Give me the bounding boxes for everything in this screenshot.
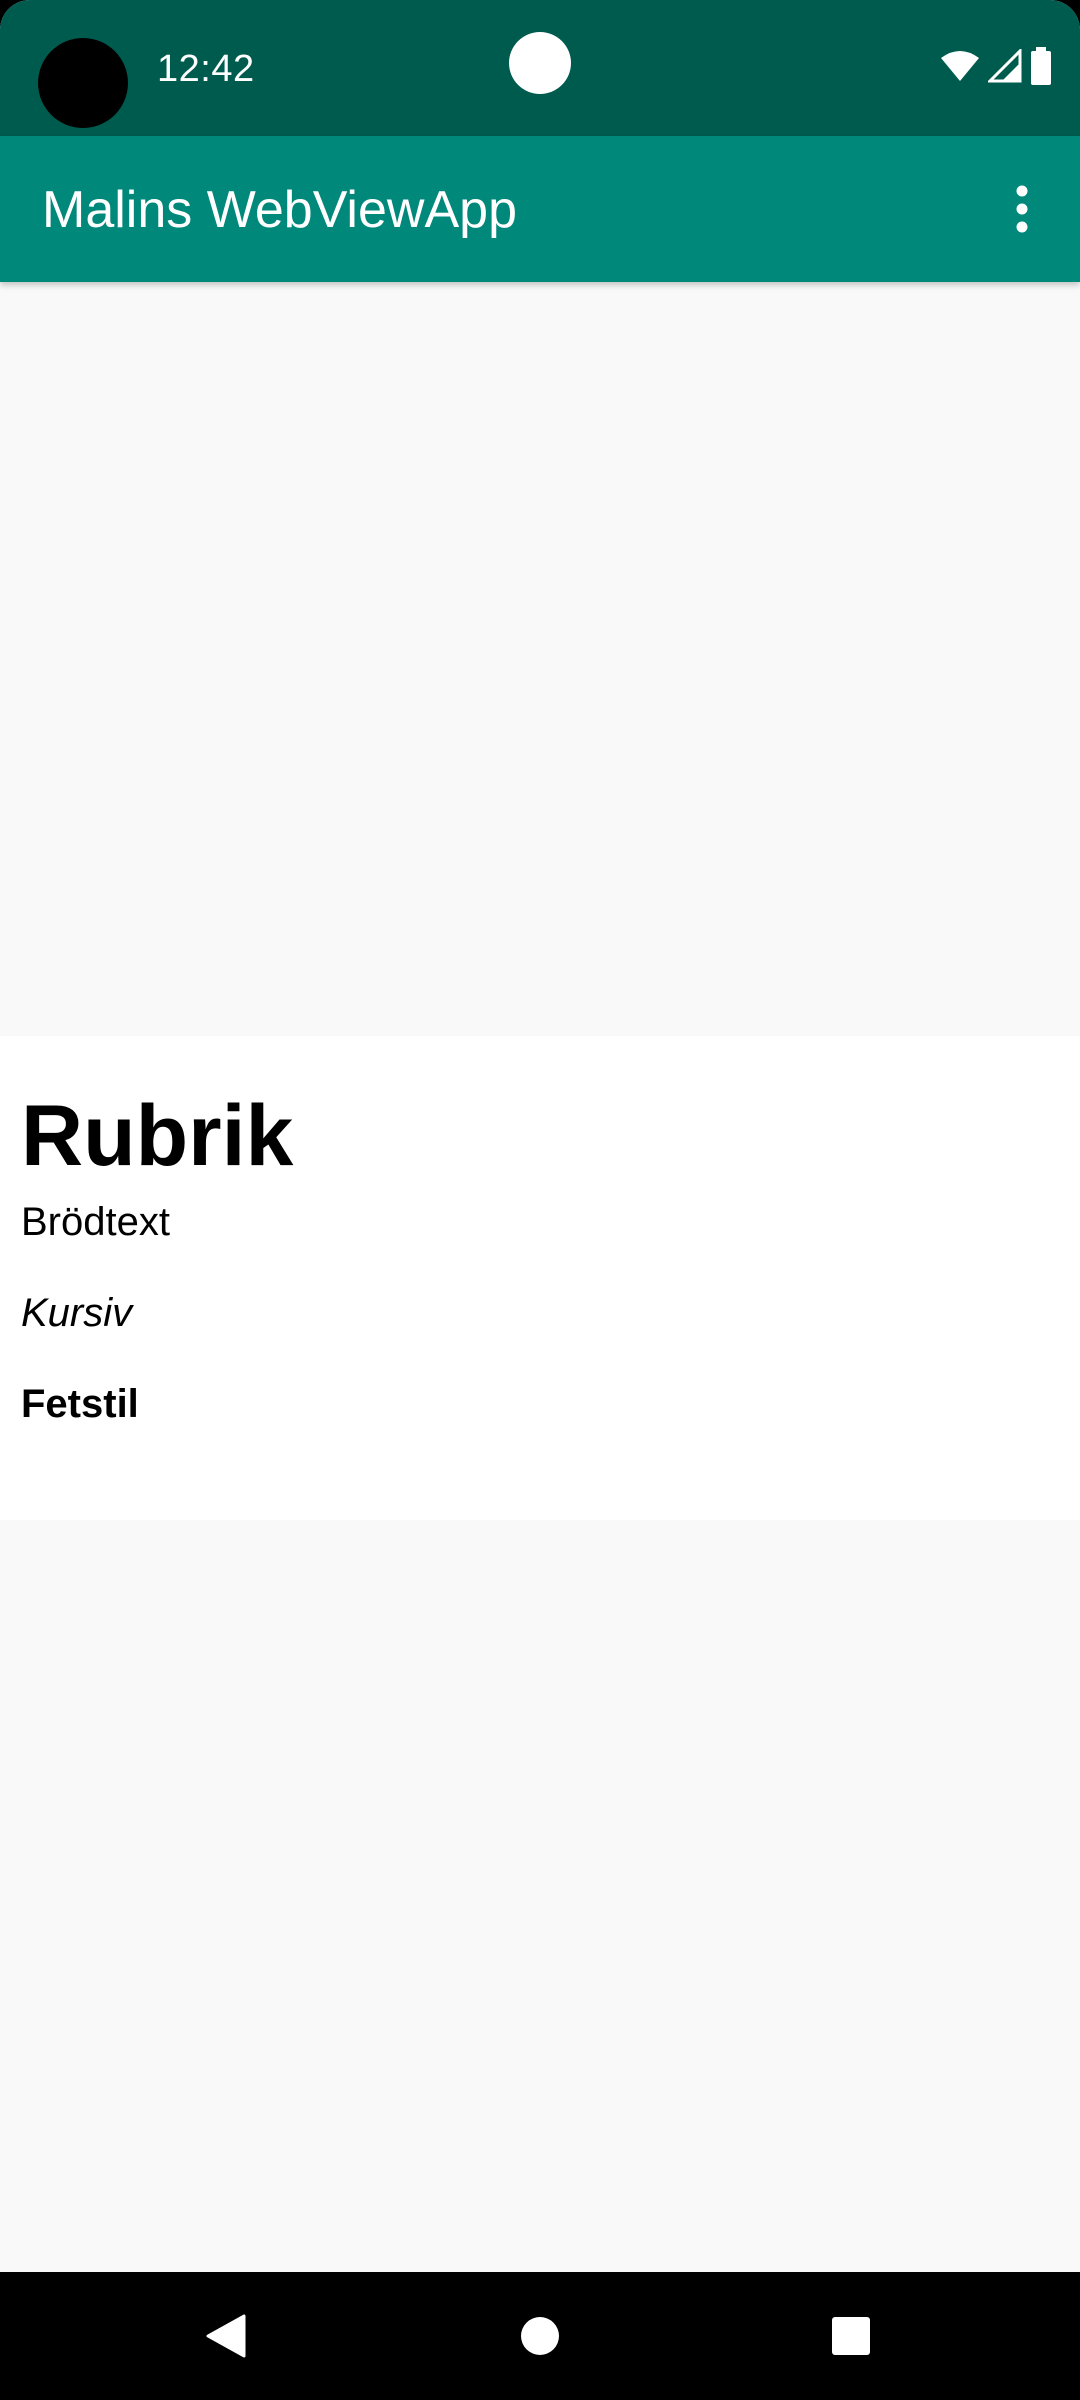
- status-icons: [940, 44, 1052, 88]
- home-icon: [521, 2317, 559, 2355]
- camera-cutout: [38, 38, 128, 128]
- recents-button[interactable]: [811, 2296, 891, 2376]
- italic-text: Kursiv: [21, 1291, 133, 1335]
- home-button[interactable]: [500, 2296, 580, 2376]
- back-button[interactable]: [186, 2296, 266, 2376]
- bold-text: Fetstil: [21, 1382, 139, 1426]
- recents-icon: [832, 2317, 870, 2355]
- app-title: Malins WebViewApp: [42, 181, 517, 239]
- status-time: 12:42: [157, 48, 255, 90]
- notification-dot-icon: [509, 32, 571, 94]
- more-vert-icon: [1016, 185, 1028, 233]
- battery-icon: [1030, 47, 1052, 85]
- page-heading: Rubrik: [21, 1088, 294, 1184]
- phone-screen: 12:42 Malins WebViewApp Rubrik Brödtext …: [0, 0, 1080, 2400]
- cell-signal-icon: [988, 49, 1022, 83]
- web-page-content: Rubrik Brödtext Kursiv Fetstil: [0, 1036, 1080, 1520]
- app-bar: Malins WebViewApp: [0, 136, 1080, 282]
- body-text: Brödtext: [21, 1200, 170, 1244]
- more-options-button[interactable]: [982, 169, 1062, 249]
- status-bar: 12:42: [0, 0, 1080, 136]
- wifi-icon: [940, 50, 980, 82]
- webview[interactable]: Rubrik Brödtext Kursiv Fetstil: [0, 282, 1080, 2272]
- back-icon: [206, 2314, 246, 2358]
- navigation-bar: [0, 2272, 1080, 2400]
